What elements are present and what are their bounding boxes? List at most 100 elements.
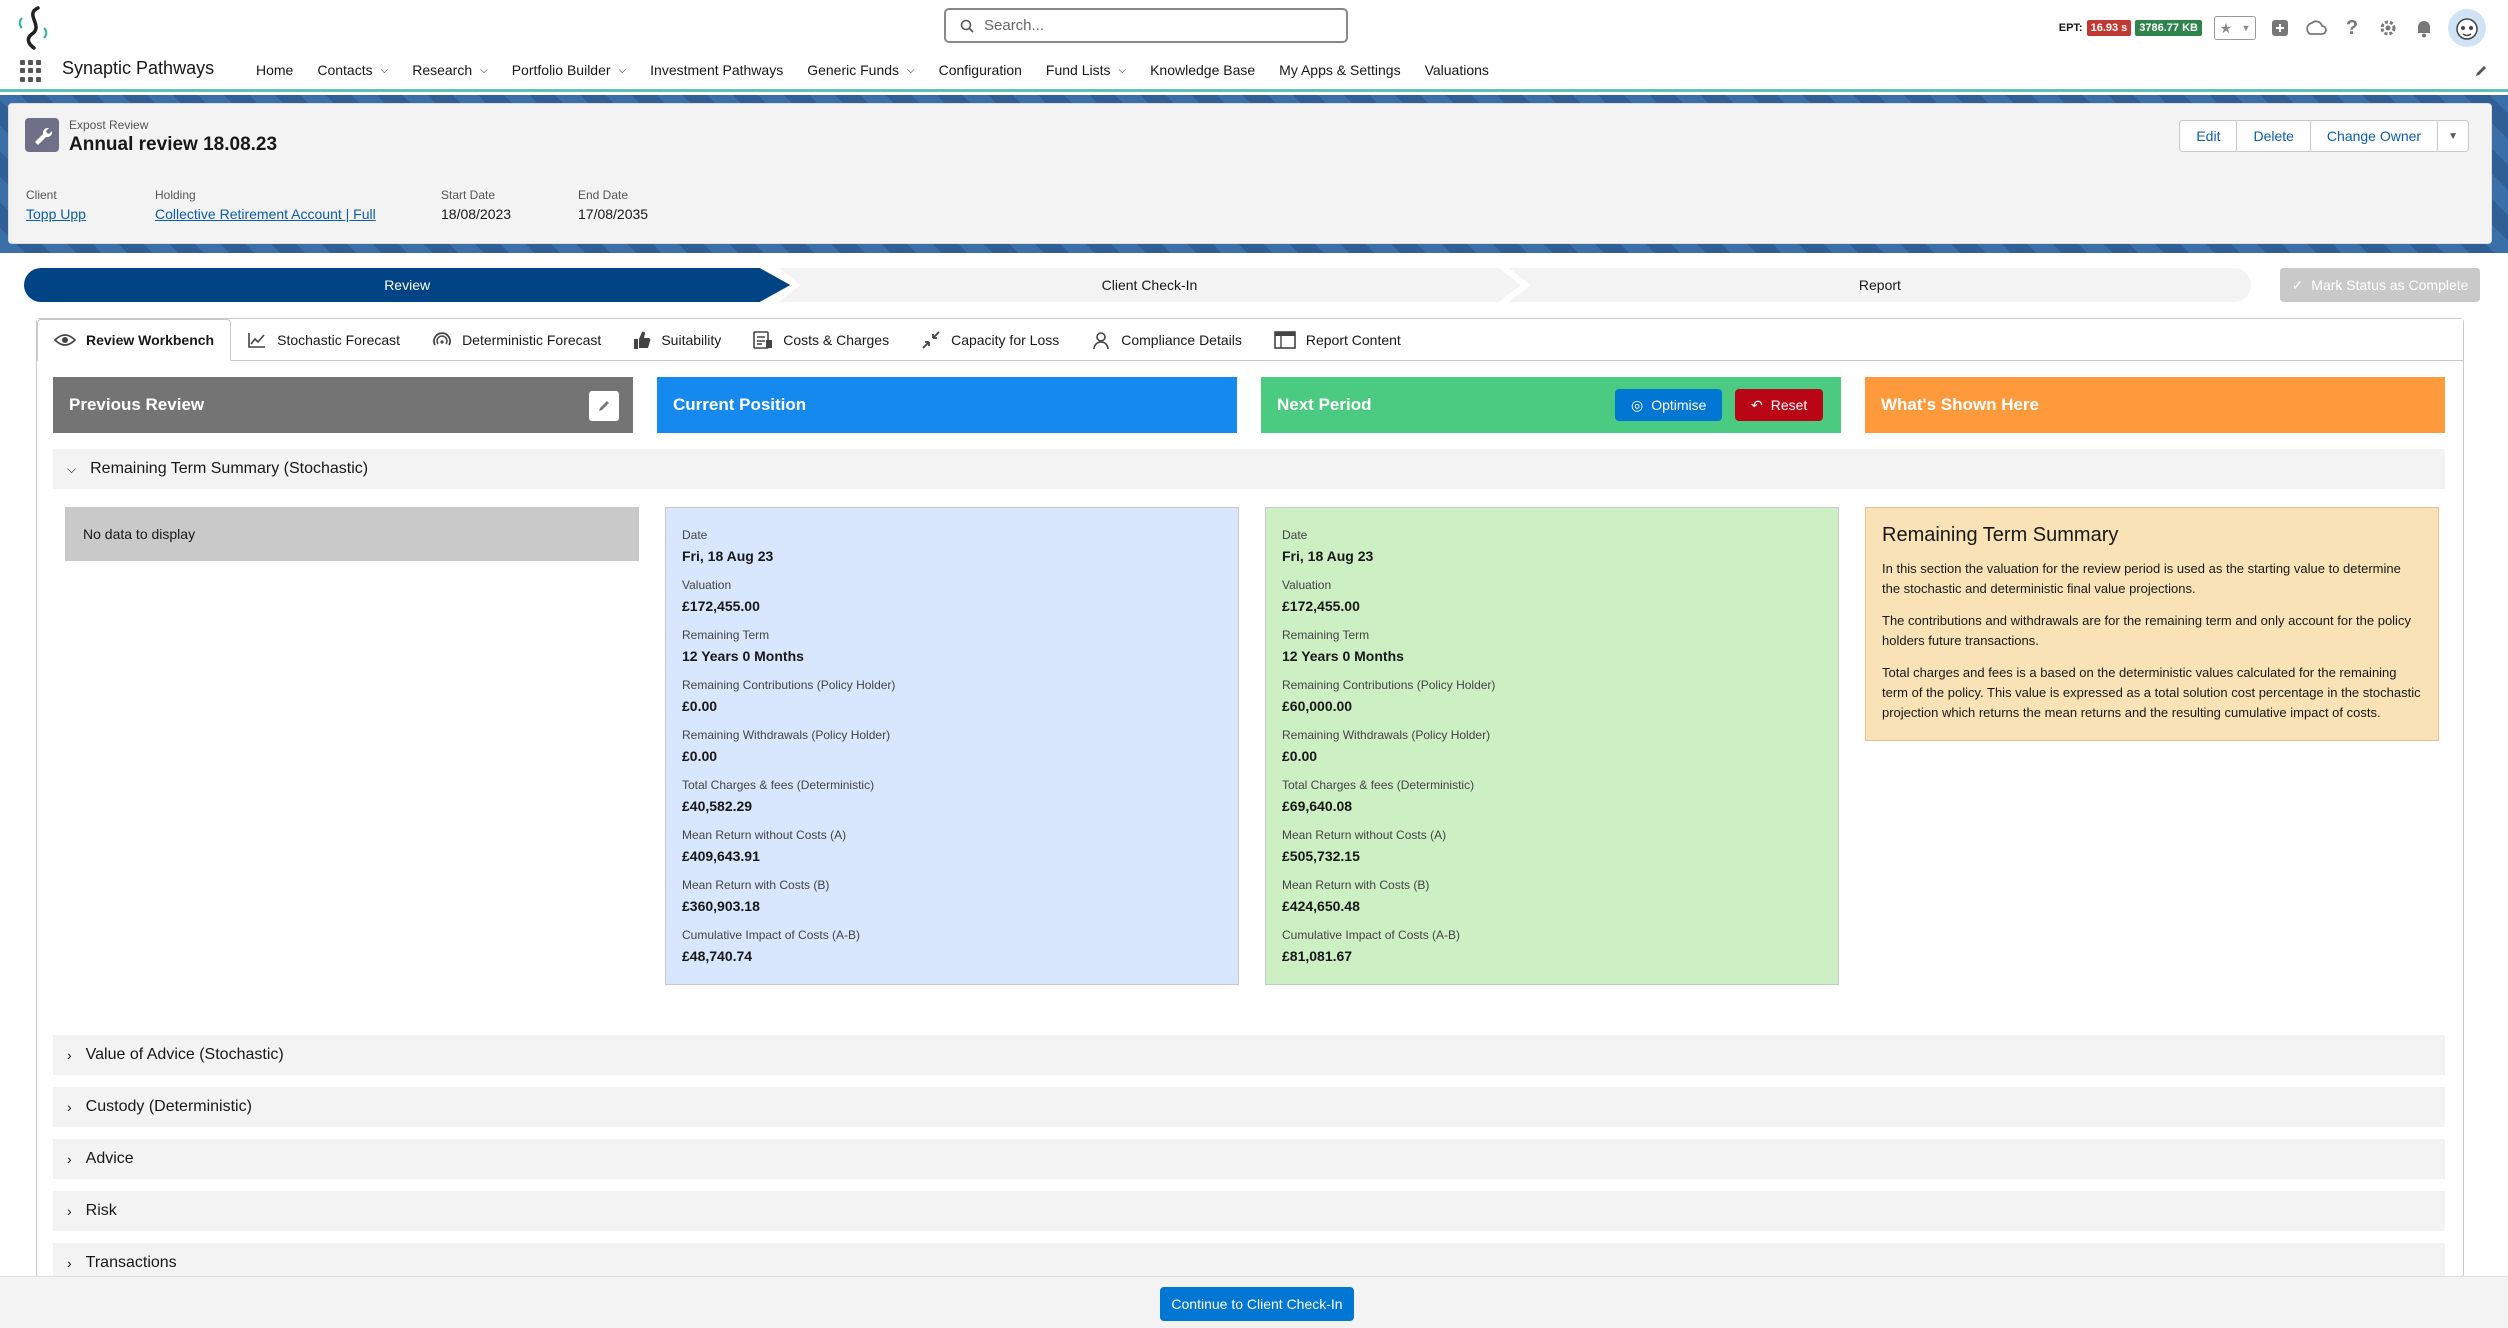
info-paragraph: The contributions and withdrawals are fo… <box>1882 613 2411 648</box>
pencil-icon <box>599 401 609 411</box>
start-date-field: Start Date 18/08/2023 <box>441 188 511 222</box>
mean-return-b-label: Mean Return with Costs (B) <box>682 878 830 892</box>
delete-button[interactable]: Delete <box>2236 120 2311 152</box>
target-icon: ◎ <box>1631 396 1644 413</box>
favorites-button[interactable]: ★ ▼ <box>2214 16 2256 40</box>
tab-report-content[interactable]: Report Content <box>1258 319 1417 360</box>
object-type-label: Expost Review <box>69 118 149 132</box>
chevron-down-icon[interactable]: ⌵ <box>907 65 915 76</box>
nav-item-label: Investment Pathways <box>650 62 784 78</box>
section-value-of-advice[interactable]: › Value of Advice (Stochastic) <box>53 1035 2445 1075</box>
nav-item-home[interactable]: Home <box>244 62 305 78</box>
trailhead-icon[interactable] <box>2304 16 2328 40</box>
path-step-report[interactable]: Report <box>1508 268 2252 302</box>
mean-return-a-label: Mean Return without Costs (A) <box>682 828 847 842</box>
line-chart-icon <box>248 332 266 348</box>
nav-item-label: My Apps & Settings <box>1279 62 1401 78</box>
more-actions-button[interactable]: ▼ <box>2437 120 2469 152</box>
help-icon[interactable]: ? <box>2340 16 2364 40</box>
previous-review-title: Previous Review <box>69 395 205 414</box>
tab-compliance-details[interactable]: Compliance Details <box>1075 319 1258 360</box>
chevron-down-icon[interactable]: ⌵ <box>381 65 389 76</box>
main-content: Review Client Check-In Report ✓ Mark Stat… <box>8 256 2492 1283</box>
whats-shown-title: What's Shown Here <box>1881 395 2040 414</box>
app-navigation-bar: Synaptic Pathways Home Contacts ⌵ Researc… <box>0 54 2508 92</box>
tab-stochastic-forecast[interactable]: Stochastic Forecast <box>231 319 416 360</box>
current-position-title: Current Position <box>673 395 807 414</box>
path-step-review[interactable]: Review <box>24 268 791 302</box>
client-label: Client <box>26 188 57 202</box>
chevron-down-icon: ▼ <box>2241 23 2251 33</box>
edit-nav-pencil-icon[interactable] <box>2474 64 2488 83</box>
nav-item-portfolio-builder[interactable]: Portfolio Builder ⌵ <box>500 62 638 78</box>
tab-label: Capacity for Loss <box>951 331 1060 348</box>
change-owner-button[interactable]: Change Owner <box>2309 120 2439 152</box>
term-label: Remaining Term <box>682 628 770 642</box>
reset-button[interactable]: ↶ Reset <box>1735 389 1824 421</box>
start-date-value: 18/08/2023 <box>441 206 512 222</box>
global-actions-icon[interactable] <box>2268 16 2292 40</box>
chevron-down-icon[interactable]: ⌵ <box>480 65 488 76</box>
nav-item-configuration[interactable]: Configuration <box>927 62 1034 78</box>
info-paragraph: In this section the valuation for the re… <box>1882 561 2401 596</box>
edit-button[interactable]: Edit <box>2179 120 2238 152</box>
app-name: Synaptic Pathways <box>62 58 215 78</box>
tab-label: Compliance Details <box>1121 331 1242 348</box>
nav-item-knowledge-base[interactable]: Knowledge Base <box>1138 62 1267 78</box>
tab-suitability[interactable]: Suitability <box>617 319 737 360</box>
nav-item-my-apps-settings[interactable]: My Apps & Settings <box>1267 62 1412 78</box>
path-step-client-check-in[interactable]: Client Check-In <box>778 268 1521 302</box>
section-remaining-term[interactable]: ⌵ Remaining Term Summary (Stochastic) <box>53 449 2445 489</box>
app-launcher-icon[interactable] <box>20 60 42 82</box>
tab-label: Suitability <box>661 331 722 348</box>
section-title: Remaining Term Summary (Stochastic) <box>90 460 369 477</box>
continue-to-client-check-in-button[interactable]: Continue to Client Check-In <box>1160 1287 1354 1321</box>
section-custody[interactable]: › Custody (Deterministic) <box>53 1087 2445 1127</box>
contributions-label: Remaining Contributions (Policy Holder) <box>682 678 896 692</box>
global-search-input[interactable]: Search... <box>944 8 1348 43</box>
tab-label: Report Content <box>1305 331 1401 348</box>
nav-item-label: Valuations <box>1424 62 1489 78</box>
tab-deterministic-forecast[interactable]: Deterministic Forecast <box>416 319 617 360</box>
chevron-down-icon[interactable]: ⌵ <box>619 65 627 76</box>
start-date-label: Start Date <box>441 188 496 202</box>
nav-item-valuations[interactable]: Valuations <box>1413 62 1501 78</box>
chevron-right-icon: › <box>67 1255 72 1271</box>
tab-label: Review Workbench <box>86 332 215 348</box>
optimise-label: Optimise <box>1651 397 1707 413</box>
chevron-down-icon[interactable]: ⌵ <box>1119 65 1127 76</box>
holding-label: Holding <box>155 188 196 202</box>
next-period-header: Next Period ◎ Optimise ↶ Reset <box>1261 377 1841 433</box>
utility-bar: EPT: 16.93 s 3786.77 KB ★ ▼ ? <box>2059 9 2486 47</box>
app-logo-icon[interactable] <box>14 6 54 50</box>
end-date-value: 17/08/2035 <box>578 206 649 222</box>
bell-icon[interactable] <box>2412 16 2436 40</box>
edit-previous-button[interactable] <box>589 391 619 421</box>
client-link[interactable]: Topp Upp <box>26 206 86 222</box>
nav-item-fund-lists[interactable]: Fund Lists ⌵ <box>1034 62 1138 78</box>
gear-icon[interactable] <box>2376 16 2400 40</box>
wrench-icon <box>25 118 59 152</box>
nav-item-contacts[interactable]: Contacts ⌵ <box>305 62 400 78</box>
section-advice[interactable]: › Advice <box>53 1139 2445 1179</box>
holding-link[interactable]: Collective Retirement Account | Full <box>155 206 376 222</box>
user-avatar[interactable] <box>2448 9 2486 47</box>
tab-review-workbench[interactable]: Review Workbench <box>37 319 232 361</box>
chevron-down-icon: ▼ <box>2448 130 2458 142</box>
nav-item-generic-funds[interactable]: Generic Funds ⌵ <box>795 62 926 78</box>
tab-label: Stochastic Forecast <box>277 331 401 348</box>
charges-label: Total Charges & fees (Deterministic) <box>1282 778 1475 792</box>
section-risk[interactable]: › Risk <box>53 1191 2445 1231</box>
tabset: Review Workbench Stochastic Forecast Det… <box>36 318 2464 1283</box>
charges-value: £40,582.29 <box>682 798 753 814</box>
nav-item-research[interactable]: Research ⌵ <box>400 62 500 78</box>
nav-item-investment-pathways[interactable]: Investment Pathways <box>638 62 795 78</box>
mark-status-complete-button[interactable]: ✓ Mark Status as Complete <box>2280 268 2480 302</box>
holding-field: Holding Collective Retirement Account | … <box>155 188 376 222</box>
tab-capacity-for-loss[interactable]: Capacity for Loss <box>905 319 1075 360</box>
tab-costs-charges[interactable]: Costs & Charges <box>737 319 905 360</box>
optimise-button[interactable]: ◎ Optimise <box>1615 389 1723 421</box>
nav-item-label: Fund Lists <box>1045 62 1111 78</box>
mean-return-a-value: £409,643.91 <box>682 848 760 864</box>
table-icon <box>1274 330 1296 349</box>
